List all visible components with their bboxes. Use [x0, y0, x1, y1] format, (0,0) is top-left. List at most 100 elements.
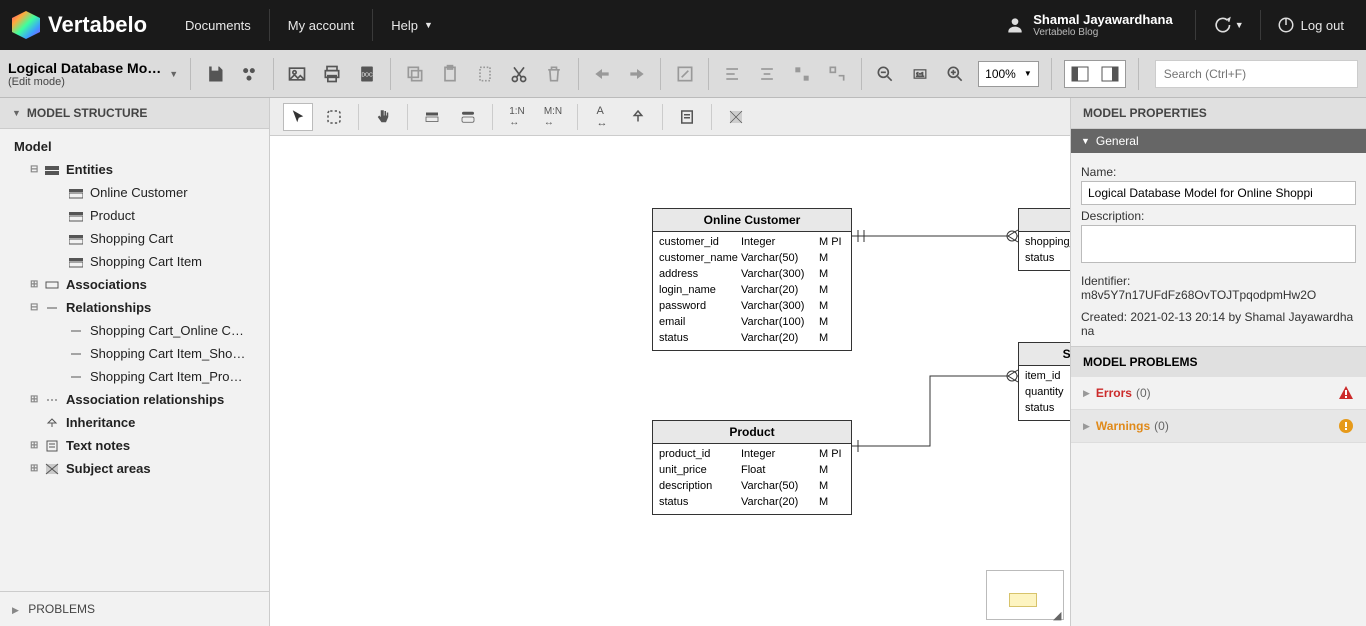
- cut-button[interactable]: [504, 58, 535, 90]
- canvas[interactable]: Online Customercustomer_idIntegerM PIcus…: [270, 136, 1070, 626]
- svg-text:DOC: DOC: [361, 72, 373, 78]
- tree-entity-item[interactable]: Product: [0, 204, 269, 227]
- tree-entity-item[interactable]: Online Customer: [0, 181, 269, 204]
- entity-icon: [68, 209, 84, 223]
- area-tool[interactable]: [721, 103, 751, 131]
- expand-icon: ⊞: [30, 394, 44, 405]
- inherit-tool[interactable]: [623, 103, 653, 131]
- copy-button[interactable]: [399, 58, 430, 90]
- distribute-v-button[interactable]: [822, 58, 853, 90]
- errors-row[interactable]: ▶ Errors (0): [1071, 377, 1366, 410]
- chevron-right-icon: ▶: [1083, 421, 1090, 432]
- paste-special-button[interactable]: [469, 58, 500, 90]
- zoom-in-button[interactable]: [939, 58, 970, 90]
- resize-handle-icon[interactable]: ◢: [1053, 609, 1063, 619]
- chat-icon[interactable]: ▼: [1212, 15, 1244, 35]
- edit-button[interactable]: [669, 58, 700, 90]
- view-left-panel-button[interactable]: [1065, 61, 1095, 87]
- entity-box[interactable]: Productproduct_idIntegerM PIunit_priceFl…: [652, 420, 852, 515]
- print-button[interactable]: [317, 58, 348, 90]
- entity-box[interactable]: Shopping Cartshopping_cart_idIntegerM PI…: [1018, 208, 1070, 271]
- problems-panel-toggle[interactable]: ▶ PROBLEMS: [0, 591, 269, 626]
- search-input[interactable]: [1155, 60, 1358, 88]
- nav-documents[interactable]: Documents: [167, 9, 269, 41]
- warnings-row[interactable]: ▶ Warnings (0): [1071, 410, 1366, 443]
- tree-relationship-item[interactable]: Shopping Cart_Online C…: [0, 319, 269, 342]
- tree-inheritance[interactable]: Inheritance: [0, 411, 269, 434]
- tree-entities[interactable]: ⊟Entities: [0, 158, 269, 181]
- identifier-label: Identifier:: [1081, 274, 1356, 288]
- paste-button[interactable]: [434, 58, 465, 90]
- user-icon: [1005, 15, 1025, 35]
- warning-icon: [1338, 418, 1354, 434]
- entity-box[interactable]: Online Customercustomer_idIntegerM PIcus…: [652, 208, 852, 351]
- tree-associations[interactable]: ⊞Associations: [0, 273, 269, 296]
- tree-relationship-item[interactable]: Shopping Cart Item_Pro…: [0, 365, 269, 388]
- save-button[interactable]: [199, 58, 230, 90]
- zoom-select[interactable]: 100%▼: [978, 61, 1039, 87]
- chevron-down-icon: ▼: [12, 108, 21, 118]
- view-toggle: [1064, 60, 1126, 88]
- view-right-panel-button[interactable]: [1095, 61, 1125, 87]
- undo-button[interactable]: [587, 58, 618, 90]
- nav-my-account[interactable]: My account: [269, 9, 372, 41]
- note-icon: [44, 439, 60, 453]
- relationship-icon: [68, 347, 84, 361]
- share-button[interactable]: [234, 58, 265, 90]
- delete-button[interactable]: [539, 58, 570, 90]
- zoom-out-button[interactable]: [870, 58, 901, 90]
- doc-title[interactable]: Logical Database Mo… (Edit mode): [8, 60, 161, 88]
- folder-icon: [44, 163, 60, 177]
- note-tool[interactable]: [672, 103, 702, 131]
- tree: Model ⊟Entities Online CustomerProductSh…: [0, 129, 269, 591]
- entity-box[interactable]: Shopping Cart Itemitem_idIntegerM PIquan…: [1018, 342, 1070, 421]
- entity-column-row: statusVarchar(20)M: [1025, 250, 1070, 266]
- entity2-tool[interactable]: [453, 103, 483, 131]
- tree-assoc-rel[interactable]: ⊞Association relationships: [0, 388, 269, 411]
- model-structure-header[interactable]: ▼ MODEL STRUCTURE: [0, 98, 269, 129]
- nav-help[interactable]: Help ▼: [372, 9, 451, 41]
- tree-relationships[interactable]: ⊟Relationships: [0, 296, 269, 319]
- user-sub: Vertabelo Blog: [1033, 27, 1172, 38]
- association-icon: [44, 278, 60, 292]
- tree-entity-item[interactable]: Shopping Cart: [0, 227, 269, 250]
- doc-button[interactable]: DOC: [352, 58, 383, 90]
- entity-tool[interactable]: [417, 103, 447, 131]
- image-button[interactable]: [282, 58, 313, 90]
- expand-icon: ⊞: [30, 279, 44, 290]
- toolbar: Logical Database Mo… (Edit mode) ▼ DOC 1…: [0, 50, 1366, 98]
- chevron-right-icon: ▶: [12, 605, 19, 615]
- rel-1n-tool[interactable]: 1:N↔: [502, 103, 532, 131]
- chevron-down-icon[interactable]: ▼: [169, 69, 178, 79]
- entity-column-row: customer_nameVarchar(50)M: [659, 250, 845, 266]
- brand-text: Vertabelo: [48, 12, 147, 38]
- zoom-reset-button[interactable]: 1:1: [904, 58, 935, 90]
- align-center-button[interactable]: [752, 58, 783, 90]
- description-input[interactable]: [1081, 225, 1356, 263]
- tree-subject-areas[interactable]: ⊞Subject areas: [0, 457, 269, 480]
- logout-button[interactable]: Log out: [1277, 16, 1344, 34]
- pan-tool[interactable]: [368, 103, 398, 131]
- tree-text-notes[interactable]: ⊞Text notes: [0, 434, 269, 457]
- doc-title-main: Logical Database Mo…: [8, 60, 161, 76]
- logo-icon: [12, 11, 40, 39]
- select-tool[interactable]: [283, 103, 313, 131]
- marquee-tool[interactable]: [319, 103, 349, 131]
- entity-column-row: product_idIntegerM PI: [659, 446, 845, 462]
- logo[interactable]: Vertabelo: [12, 11, 147, 39]
- rel-mn-tool[interactable]: M:N↔: [538, 103, 568, 131]
- distribute-h-button[interactable]: [787, 58, 818, 90]
- tree-root[interactable]: Model: [0, 135, 269, 158]
- entity-column-row: login_nameVarchar(20)M: [659, 282, 845, 298]
- name-input[interactable]: [1081, 181, 1356, 205]
- label-tool[interactable]: A↔: [587, 103, 617, 131]
- entity-column-row: shopping_cart_idIntegerM PI: [1025, 234, 1070, 250]
- tree-entity-item[interactable]: Shopping Cart Item: [0, 250, 269, 273]
- general-section-header[interactable]: ▼General: [1071, 129, 1366, 153]
- redo-button[interactable]: [622, 58, 653, 90]
- mini-map[interactable]: ◢: [986, 570, 1064, 620]
- tree-relationship-item[interactable]: Shopping Cart Item_Sho…: [0, 342, 269, 365]
- align-left-button[interactable]: [717, 58, 748, 90]
- user-block[interactable]: Shamal Jayawardhana Vertabelo Blog: [1005, 12, 1172, 38]
- relationship-icon: [68, 370, 84, 384]
